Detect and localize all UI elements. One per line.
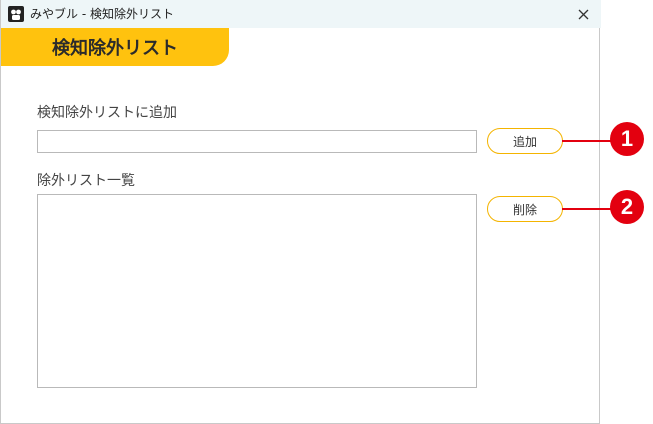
add-section-label: 検知除外リストに追加 bbox=[37, 105, 177, 121]
callout-badge-1: 1 bbox=[610, 122, 644, 156]
callout-line-2 bbox=[562, 208, 612, 210]
close-icon bbox=[578, 5, 589, 24]
window-title: みやブル - 検知除外リスト bbox=[30, 7, 174, 21]
delete-button[interactable]: 削除 bbox=[487, 196, 563, 222]
add-button[interactable]: 追加 bbox=[487, 128, 563, 154]
page-header: 検知除外リスト bbox=[1, 28, 229, 66]
exclusion-list-window: みやブル - 検知除外リスト 検知除外リスト 検知除外リストに追加 追加 除外リ… bbox=[0, 0, 601, 424]
exclusion-list[interactable] bbox=[37, 194, 477, 388]
callout-line-1 bbox=[562, 140, 612, 142]
page-title: 検知除外リスト bbox=[52, 38, 178, 59]
exclusion-input[interactable] bbox=[37, 130, 477, 153]
callout-badge-2: 2 bbox=[610, 190, 644, 224]
exclusion-list-label: 除外リスト一覧 bbox=[37, 173, 135, 189]
title-bar: みやブル - 検知除外リスト bbox=[1, 0, 601, 28]
app-logo-icon bbox=[8, 6, 24, 22]
close-button[interactable] bbox=[571, 4, 595, 24]
